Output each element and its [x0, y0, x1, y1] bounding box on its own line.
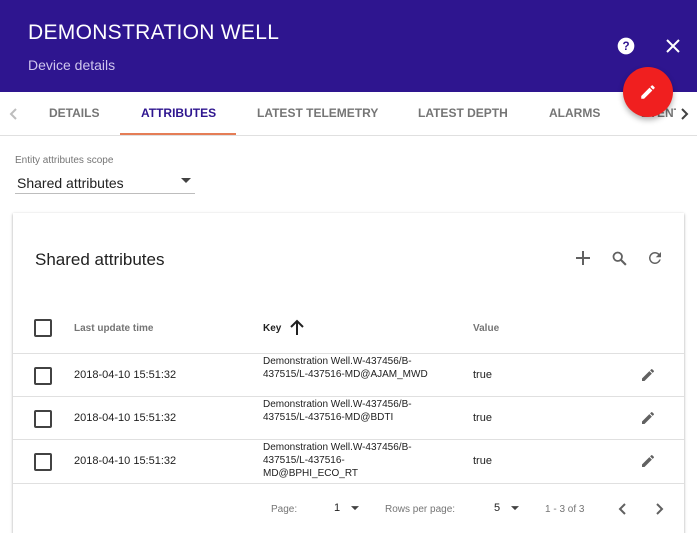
active-tab-indicator: [120, 133, 236, 135]
search-icon: [612, 251, 627, 266]
column-header-key[interactable]: Key: [263, 323, 281, 334]
scope-select[interactable]: Shared attributes: [15, 172, 195, 194]
scope-select-value: Shared attributes: [17, 175, 124, 191]
table-row[interactable]: 2018-04-10 15:51:32 Demonstration Well.W…: [13, 439, 684, 482]
help-circle-icon: ?: [617, 37, 635, 55]
tabs-scroll-right-button[interactable]: [676, 104, 694, 124]
dropdown-arrow-icon: [351, 505, 360, 510]
page-label: Page:: [271, 504, 298, 515]
rows-per-page-value: 5: [494, 502, 501, 514]
row-key: Demonstration Well.W-437456/B-437515/L-4…: [263, 356, 428, 380]
plus-icon: [576, 251, 590, 265]
close-button[interactable]: [661, 34, 685, 58]
search-button[interactable]: [608, 247, 630, 269]
row-time: 2018-04-10 15:51:32: [74, 369, 177, 381]
pagination: Page: 1 Rows per page: 5 1 - 3 of 3: [13, 483, 684, 533]
select-all-checkbox[interactable]: [34, 319, 52, 337]
refresh-icon: [648, 251, 661, 264]
row-value: true: [473, 369, 492, 381]
row-value: true: [473, 412, 492, 424]
tab-attributes[interactable]: ATTRIBUTES: [141, 92, 216, 135]
attributes-card: Shared attributes Last update time Key V…: [13, 213, 684, 533]
dropdown-arrow-icon: [181, 178, 191, 183]
device-subtitle: Device details: [28, 57, 116, 73]
chevron-right-icon: [681, 108, 689, 120]
edit-fab-button[interactable]: [623, 67, 673, 117]
page-select[interactable]: 1: [334, 502, 360, 514]
chevron-right-icon[interactable]: [650, 500, 668, 518]
refresh-button[interactable]: [644, 247, 666, 269]
row-key: Demonstration Well.W-437456/B-437515/L-4…: [263, 442, 412, 479]
edit-icon[interactable]: [640, 367, 656, 383]
tab-latest-depth[interactable]: LATEST DEPTH: [418, 92, 508, 135]
add-attribute-button[interactable]: [572, 247, 594, 269]
svg-text:?: ?: [622, 40, 629, 53]
arrow-up-icon[interactable]: [288, 319, 306, 337]
dropdown-arrow-icon: [511, 505, 520, 510]
close-icon: [666, 39, 680, 53]
rows-per-page-select[interactable]: 5: [494, 502, 520, 514]
row-time: 2018-04-10 15:51:32: [74, 455, 177, 467]
tab-details[interactable]: DETAILS: [49, 92, 99, 135]
table-title: Shared attributes: [35, 250, 165, 269]
tab-alarms[interactable]: ALARMS: [549, 92, 600, 135]
table-row[interactable]: 2018-04-10 15:51:32 Demonstration Well.W…: [13, 353, 684, 396]
row-checkbox[interactable]: [34, 453, 52, 471]
row-time: 2018-04-10 15:51:32: [74, 412, 177, 424]
page-range: 1 - 3 of 3: [545, 504, 585, 515]
row-value: true: [473, 455, 492, 467]
row-checkbox[interactable]: [34, 367, 52, 385]
edit-icon[interactable]: [640, 453, 656, 469]
device-title: DEMONSTRATION WELL: [28, 21, 280, 44]
dialog-header: DEMONSTRATION WELL Device details ?: [0, 0, 697, 92]
scope-label: Entity attributes scope: [15, 155, 114, 166]
row-key: Demonstration Well.W-437456/B-437515/L-4…: [263, 399, 412, 423]
tabs-scroll-left-button[interactable]: [4, 104, 22, 124]
table-row[interactable]: 2018-04-10 15:51:32 Demonstration Well.W…: [13, 396, 684, 439]
column-header-time[interactable]: Last update time: [74, 323, 153, 334]
chevron-left-icon[interactable]: [614, 500, 632, 518]
tab-bar: DETAILS ATTRIBUTES LATEST TELEMETRY LATE…: [0, 92, 697, 136]
pencil-icon: [641, 85, 655, 99]
help-button[interactable]: ?: [614, 34, 638, 58]
rows-per-page-label: Rows per page:: [385, 504, 456, 515]
page-select-value: 1: [334, 502, 341, 514]
edit-icon[interactable]: [640, 410, 656, 426]
chevron-left-icon: [9, 108, 17, 120]
tab-latest-telemetry[interactable]: LATEST TELEMETRY: [257, 92, 378, 135]
column-header-value[interactable]: Value: [473, 323, 499, 334]
row-checkbox[interactable]: [34, 410, 52, 428]
